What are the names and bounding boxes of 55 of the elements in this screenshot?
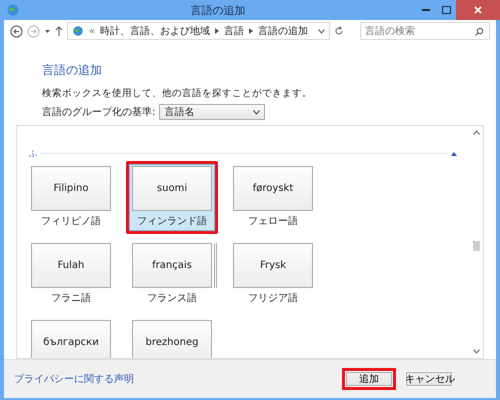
cancel-button[interactable]: キャンセル xyxy=(402,368,456,390)
window-title: 言語の追加 xyxy=(190,2,246,18)
refresh-icon[interactable] xyxy=(334,26,344,36)
language-name: suomi xyxy=(132,166,212,211)
section-letter: ふ xyxy=(29,148,37,159)
language-name: Frysk xyxy=(233,243,313,288)
breadcrumb-item[interactable]: 言語 xyxy=(224,24,244,38)
grouping-label: 言語のグループ化の基準: xyxy=(42,106,156,119)
scrollbar-thumb[interactable] xyxy=(472,241,480,251)
breadcrumb-item[interactable]: 時計、言語、および地域 xyxy=(100,24,210,38)
search-icon[interactable] xyxy=(475,27,484,36)
close-button[interactable] xyxy=(456,0,500,20)
globe-icon xyxy=(72,25,84,37)
chevron-down-icon xyxy=(253,110,260,114)
language-tile[interactable]: brezhoneg xyxy=(126,315,218,358)
language-label: フランス語 xyxy=(147,292,197,305)
breadcrumb-overflow[interactable]: « xyxy=(88,26,96,36)
language-tile[interactable]: føroyskt フェロー語 xyxy=(227,161,319,234)
chevron-icon[interactable] xyxy=(215,28,220,34)
description-text: 検索ボックスを使用して、他の言語を探すことができます。 xyxy=(42,87,313,100)
language-name: brezhoneg xyxy=(132,320,212,358)
language-tile[interactable]: Frysk フリジア語 xyxy=(227,238,319,311)
up-arrow-icon[interactable] xyxy=(54,26,63,36)
language-label: フリジア語 xyxy=(248,292,298,305)
globe-icon xyxy=(6,3,20,17)
language-label: フィンランド語 xyxy=(137,214,207,228)
language-label: フィリピノ語 xyxy=(41,214,101,228)
language-name: Filipino xyxy=(31,166,111,211)
language-name: Fulah xyxy=(31,243,111,288)
language-name: føroyskt xyxy=(233,166,313,211)
add-button[interactable]: 追加 xyxy=(342,368,396,390)
back-icon[interactable] xyxy=(10,24,23,38)
language-tile[interactable]: български xyxy=(25,315,117,358)
language-tile[interactable]: suomi フィンランド語 xyxy=(126,161,218,234)
language-tile[interactable]: français フランス語 xyxy=(126,238,218,311)
maximize-icon xyxy=(442,6,450,14)
collapse-icon[interactable] xyxy=(451,152,457,156)
dropdown-icon[interactable] xyxy=(44,28,51,34)
close-icon xyxy=(474,6,482,14)
chevron-down-icon[interactable] xyxy=(318,28,326,34)
language-tile[interactable]: Filipino フィリピノ語 xyxy=(25,161,117,234)
minimize-icon xyxy=(422,9,430,11)
breadcrumb-item[interactable]: 言語の追加 xyxy=(258,24,308,38)
scroll-up-icon[interactable] xyxy=(472,130,480,135)
grouping-dropdown[interactable]: 言語名 xyxy=(159,104,266,120)
language-name: български xyxy=(31,320,111,358)
chevron-icon[interactable] xyxy=(249,28,254,34)
privacy-link[interactable]: プライバシーに関する声明 xyxy=(10,372,336,386)
scroll-down-icon[interactable] xyxy=(472,349,480,354)
address-bar[interactable]: « 時計、言語、および地域 言語 言語の追加 xyxy=(66,22,330,40)
language-label: フラニ語 xyxy=(51,292,91,305)
search-field[interactable]: 言語の検索 xyxy=(360,22,490,40)
language-label: フェロー語 xyxy=(248,214,298,228)
language-tile[interactable]: Fulah フラニ語 xyxy=(25,238,117,311)
page-heading: 言語の追加 xyxy=(42,62,103,79)
